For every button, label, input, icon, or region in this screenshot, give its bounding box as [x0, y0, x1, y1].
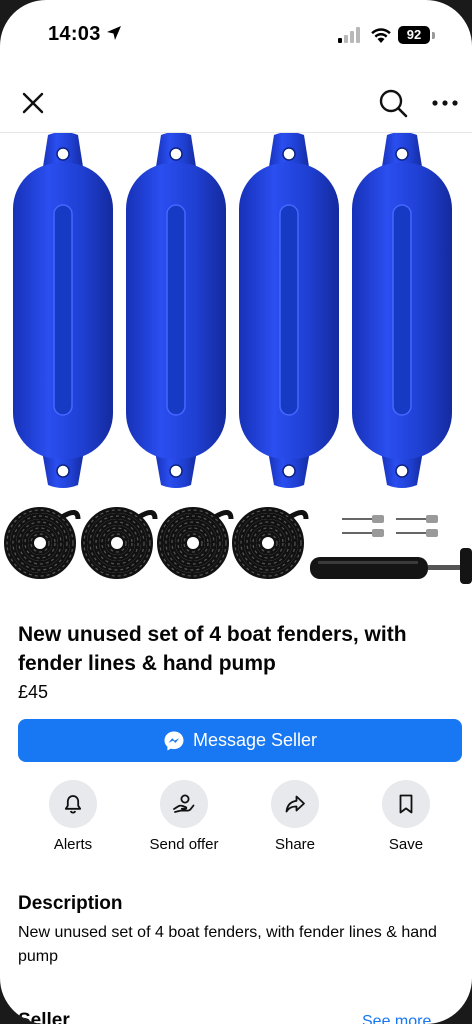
more-icon[interactable]	[431, 92, 459, 114]
alerts-label: Alerts	[53, 836, 93, 853]
hand-pump	[310, 548, 472, 584]
battery-indicator: 92	[398, 26, 430, 44]
wifi-icon	[371, 28, 391, 43]
alerts-button[interactable]: Alerts	[18, 780, 128, 853]
share-circle	[271, 780, 319, 828]
messenger-icon	[164, 731, 184, 750]
bookmark-icon	[399, 794, 413, 814]
message-seller-button[interactable]: Message Seller	[18, 719, 462, 762]
alerts-circle	[49, 780, 97, 828]
description-text: New unused set of 4 boat fenders, with f…	[18, 924, 437, 965]
description-heading: Description	[18, 893, 123, 914]
fender-line-4	[232, 507, 309, 579]
phone-screen: 14:03 92 New unused set of 4 boat fender…	[0, 0, 472, 1024]
listing-title: New unused set of 4 boat fenders, with f…	[18, 623, 407, 675]
send-offer-circle	[160, 780, 208, 828]
close-icon[interactable]	[18, 88, 48, 118]
top-nav-bar	[0, 78, 472, 133]
listing-photo[interactable]	[0, 133, 472, 603]
fender-1	[13, 133, 113, 488]
offer-icon	[173, 794, 195, 813]
cellular-signal-icon	[338, 27, 360, 43]
listing-price: £45	[18, 682, 49, 702]
location-arrow-icon	[107, 26, 121, 40]
fender-4	[352, 133, 452, 488]
send-offer-button[interactable]: Send offer	[129, 780, 239, 853]
message-seller-label: Message Seller	[192, 730, 318, 750]
fender-3	[239, 133, 339, 488]
search-icon[interactable]	[377, 87, 409, 119]
save-button[interactable]: Save	[351, 780, 461, 853]
save-circle	[382, 780, 430, 828]
fender-line-1	[4, 507, 81, 579]
share-icon	[285, 795, 305, 813]
fender-line-2	[81, 507, 158, 579]
fender-line-3	[157, 507, 234, 579]
valve-needles	[342, 515, 438, 537]
send-offer-label: Send offer	[149, 836, 219, 853]
share-button[interactable]: Share	[240, 780, 350, 853]
battery-tip	[432, 32, 435, 39]
action-row: Alerts Send offer Share Save	[0, 780, 472, 860]
see-more-link[interactable]: See more	[362, 1013, 431, 1024]
share-label: Share	[274, 836, 316, 853]
save-label: Save	[388, 836, 424, 853]
bell-icon	[64, 795, 82, 814]
fender-2	[126, 133, 226, 488]
seller-heading: Seller	[18, 1010, 70, 1024]
status-time: 14:03	[48, 23, 101, 45]
status-bar: 14:03 92	[0, 0, 472, 70]
